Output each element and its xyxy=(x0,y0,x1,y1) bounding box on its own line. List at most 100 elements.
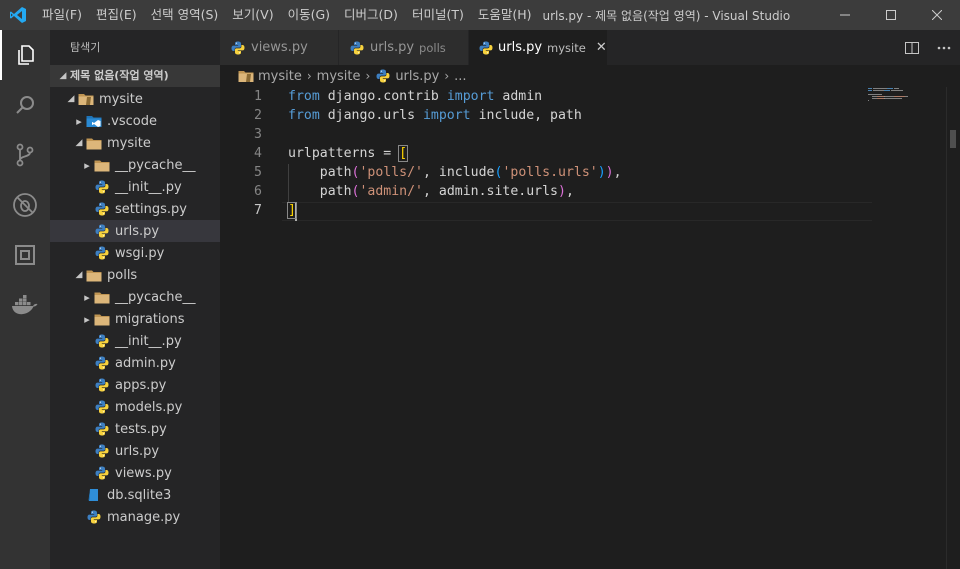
chevron-right-icon: ▸ xyxy=(84,158,90,172)
breadcrumb-item[interactable]: urls.py xyxy=(375,68,439,84)
file-item[interactable]: urls.py xyxy=(50,440,220,462)
file-item[interactable]: settings.py xyxy=(50,198,220,220)
code-token: ) xyxy=(558,184,566,199)
file-item[interactable]: __init__.py xyxy=(50,176,220,198)
tab-description: mysite xyxy=(547,40,586,55)
breadcrumb-item[interactable]: mysite xyxy=(317,68,361,84)
explorer-icon[interactable] xyxy=(0,30,50,80)
search-icon[interactable] xyxy=(0,80,50,130)
tab-urls-py-mysite[interactable]: urls.py mysite ✕ xyxy=(469,30,608,65)
vscode-folder-icon xyxy=(86,113,102,129)
tree-item-label: apps.py xyxy=(115,377,167,393)
workspace-section-label: 제목 없음(작업 영역) xyxy=(70,69,169,82)
maximize-button[interactable] xyxy=(868,0,914,30)
tree-item-label: models.py xyxy=(115,399,183,415)
file-item[interactable]: __init__.py xyxy=(50,330,220,352)
debug-icon[interactable] xyxy=(0,180,50,230)
python-file-icon xyxy=(94,201,110,217)
chevron-right-icon: ▸ xyxy=(84,290,90,304)
python-file-icon xyxy=(94,443,110,459)
python-file-icon xyxy=(94,223,110,239)
chevron-right-icon: ▸ xyxy=(84,312,90,326)
line-number: 6 xyxy=(254,184,262,199)
workspace-section-header[interactable]: ◢ 제목 없음(작업 영역) xyxy=(50,65,220,87)
menu-item-1[interactable]: 편집(E) xyxy=(89,0,144,30)
code-token: ) xyxy=(597,165,606,180)
menu-item-6[interactable]: 터미널(T) xyxy=(405,0,471,30)
file-item[interactable]: apps.py xyxy=(50,374,220,396)
python-file-icon xyxy=(94,421,110,437)
file-item[interactable]: tests.py xyxy=(50,418,220,440)
tree-item-label: manage.py xyxy=(107,509,181,525)
folder-item[interactable]: ▸ __pycache__ xyxy=(50,154,220,176)
folder-item[interactable]: ◢ polls xyxy=(50,264,220,286)
menu-item-3[interactable]: 보기(V) xyxy=(225,0,280,30)
chevron-right-icon: › xyxy=(306,69,312,83)
code-line: 3 xyxy=(220,125,872,144)
folder-icon xyxy=(94,311,110,327)
line-number: 2 xyxy=(254,108,262,123)
python-file-icon xyxy=(479,40,493,56)
menu-item-0[interactable]: 파일(F) xyxy=(35,0,89,30)
file-item[interactable]: views.py xyxy=(50,462,220,484)
code-token: from xyxy=(288,89,320,104)
split-editor-icon[interactable] xyxy=(896,30,928,65)
code-token: , xyxy=(565,184,574,199)
menu-item-5[interactable]: 디버그(D) xyxy=(337,0,405,30)
tree-item-label: db.sqlite3 xyxy=(107,487,172,503)
root-folder-icon xyxy=(78,91,94,107)
code-token: [ xyxy=(398,145,409,162)
code-token: ] xyxy=(287,202,297,219)
line-number: 1 xyxy=(254,89,262,104)
extensions-icon[interactable] xyxy=(0,230,50,280)
activity-bar xyxy=(0,30,50,569)
code-token: 'admin/' xyxy=(359,184,424,199)
tree-item-label: tests.py xyxy=(115,421,167,437)
close-icon[interactable]: ✕ xyxy=(596,40,607,55)
source-control-icon[interactable] xyxy=(0,130,50,180)
minimap-line xyxy=(873,88,887,89)
tab-views-py[interactable]: views.py xyxy=(220,30,339,65)
more-actions-icon[interactable] xyxy=(928,30,960,65)
minimize-button[interactable] xyxy=(822,0,868,30)
chevron-down-icon: ◢ xyxy=(75,138,83,148)
folder-item[interactable]: ▸ __pycache__ xyxy=(50,286,220,308)
file-item[interactable]: manage.py xyxy=(50,506,220,528)
file-item[interactable]: admin.py xyxy=(50,352,220,374)
line-number: 3 xyxy=(254,127,262,142)
minimap-line xyxy=(891,90,903,91)
minimap-line xyxy=(868,88,872,89)
python-file-icon xyxy=(375,68,391,84)
menu-item-2[interactable]: 선택 영역(S) xyxy=(144,0,226,30)
code-line: 5 path('polls/', include('polls.urls')), xyxy=(220,163,872,182)
python-file-icon xyxy=(230,40,246,56)
breadcrumb-label: mysite xyxy=(258,68,302,84)
folder-item[interactable]: ◢ mysite xyxy=(50,88,220,110)
breadcrumb-item[interactable]: ... xyxy=(454,69,466,84)
file-item[interactable]: models.py xyxy=(50,396,220,418)
file-item[interactable]: wsgi.py xyxy=(50,242,220,264)
tree-item-label: __init__.py xyxy=(115,179,182,195)
root-folder-icon xyxy=(238,68,254,84)
editor-scrollbar[interactable] xyxy=(946,87,960,569)
tab-urls-py-polls[interactable]: urls.py polls xyxy=(339,30,469,65)
minimap-line xyxy=(894,96,905,97)
window-controls xyxy=(822,0,960,30)
breadcrumb-item[interactable]: mysite xyxy=(238,68,302,84)
folder-item[interactable]: ◢ mysite xyxy=(50,132,220,154)
menu-item-7[interactable]: 도움말(H) xyxy=(471,0,539,30)
minimap[interactable] xyxy=(868,87,928,127)
folder-icon xyxy=(86,135,102,151)
folder-item[interactable]: ▸ migrations xyxy=(50,308,220,330)
folder-item[interactable]: ▸ .vscode xyxy=(50,110,220,132)
code-editor[interactable]: 1 from django.contrib import admin 2 from d… xyxy=(220,87,960,569)
code-token: django.urls xyxy=(319,108,423,123)
docker-icon[interactable] xyxy=(0,280,50,330)
code-text: ] xyxy=(287,201,297,220)
file-item[interactable]: db.sqlite3 xyxy=(50,484,220,506)
chevron-right-icon: ▸ xyxy=(76,114,82,128)
close-window-button[interactable] xyxy=(914,0,960,30)
menu-item-4[interactable]: 이동(G) xyxy=(281,0,337,30)
explorer-sidebar: 탐색기 ◢ 제목 없음(작업 영역) ◢ mysite ▸ .vscode ◢ mysit… xyxy=(50,30,220,569)
file-item[interactable]: urls.py xyxy=(50,220,220,242)
